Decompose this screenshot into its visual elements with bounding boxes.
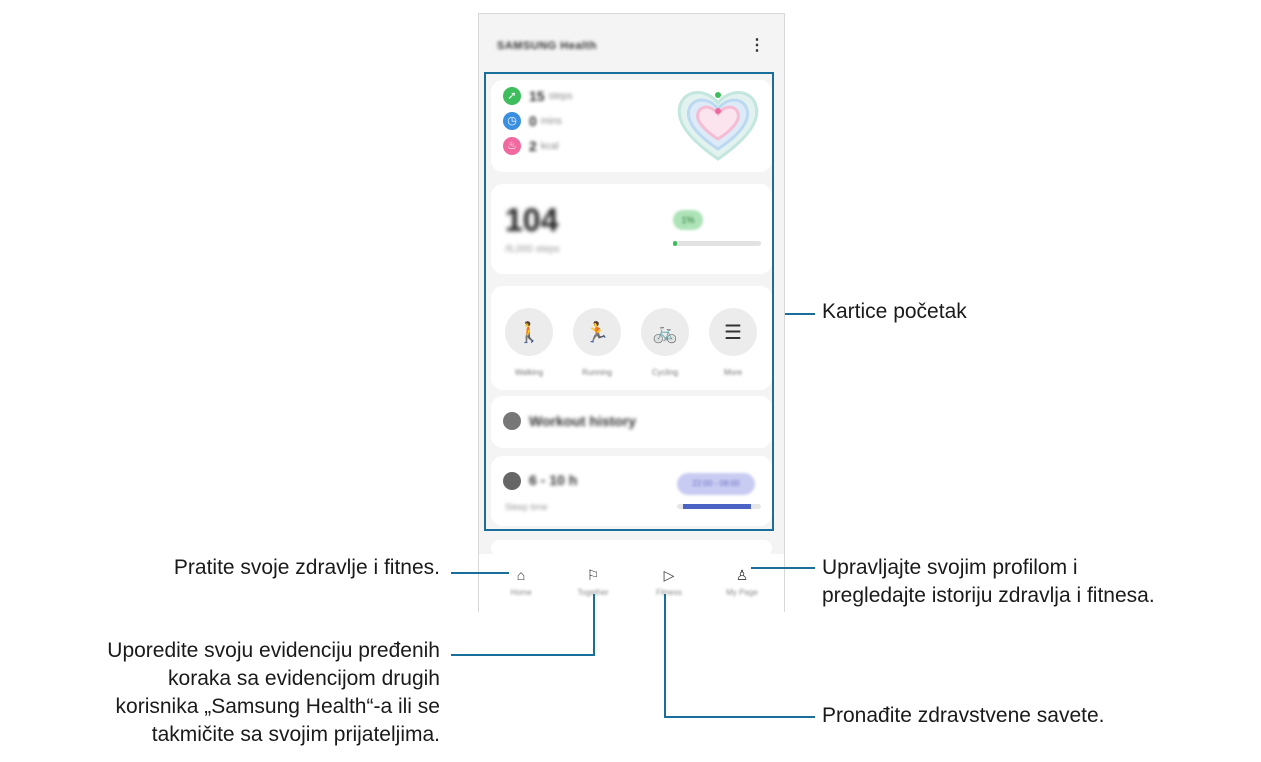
flag-icon: ⚐ xyxy=(586,567,600,583)
profile-callout-line xyxy=(751,567,815,569)
tips-callout-text: Pronađite zdravstvene savete. xyxy=(822,704,1105,727)
home-callout-line xyxy=(451,572,509,574)
app-header: SAMSUNG Health ⋮ xyxy=(479,14,784,74)
fitness-callout-vertical xyxy=(664,594,666,717)
app-title: SAMSUNG Health xyxy=(497,40,597,52)
nav-fitness-label: Fitness xyxy=(656,588,682,597)
together-callout-horizontal xyxy=(451,654,595,656)
cards-callout-text: Kartice početak xyxy=(822,300,967,323)
compare-callout-line3: korisnika „Samsung Health“-a ili se xyxy=(115,695,440,718)
track-callout-text: Pratite svoje zdravlje i fitnes. xyxy=(173,556,440,579)
profile-callout-line1: Upravljajte svojim profilom i xyxy=(822,556,1078,579)
profile-callout-text: Upravljajte svojim profilom i pregledajt… xyxy=(822,554,1155,610)
cards-callout-line xyxy=(785,313,815,315)
nav-home[interactable]: ⌂ Home xyxy=(491,560,551,608)
nav-my-page-label: My Page xyxy=(726,588,758,597)
home-icon: ⌂ xyxy=(516,567,526,583)
person-icon: ♙ xyxy=(735,567,749,583)
compare-callout-line2: koraka sa evidencijom drugih xyxy=(168,667,440,690)
profile-callout-line2: pregledajte istoriju zdravlja i fitnesa. xyxy=(822,584,1155,607)
more-options-icon[interactable]: ⋮ xyxy=(749,36,765,56)
fitness-callout-horizontal xyxy=(664,716,815,718)
nav-fitness[interactable]: ▷ Fitness xyxy=(639,560,699,608)
together-callout-vertical xyxy=(593,594,595,655)
play-icon: ▷ xyxy=(663,567,675,583)
cards-highlight-frame xyxy=(484,72,774,531)
bottom-nav: ⌂ Home ⚐ Together ▷ Fitness ♙ My Page xyxy=(479,554,784,612)
compare-callout-line1: Uporedite svoju evidenciju pređenih xyxy=(107,639,440,662)
compare-callout-line4: takmičite sa svojim prijateljima. xyxy=(151,723,440,746)
phone-screen: SAMSUNG Health ⋮ ➚ 15 steps ◷ 0 mins ♨ 2… xyxy=(478,13,785,612)
compare-callout-text: Uporedite svoju evidenciju pređenih kora… xyxy=(0,637,440,749)
nav-home-label: Home xyxy=(510,588,532,597)
